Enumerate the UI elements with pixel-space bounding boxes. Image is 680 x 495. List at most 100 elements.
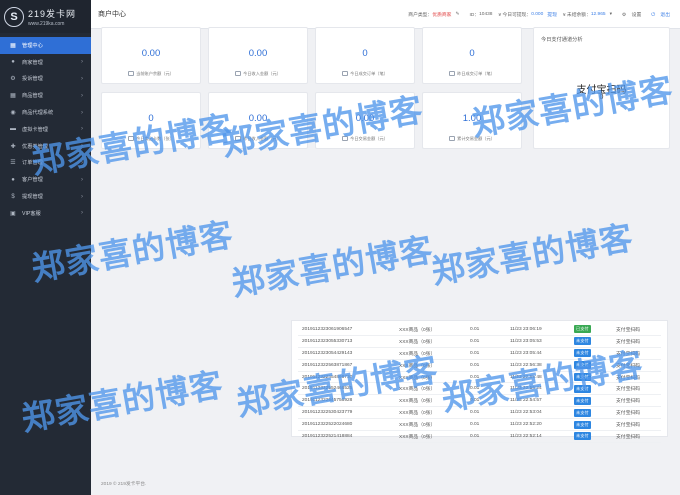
chevron-right-icon: › <box>81 159 83 166</box>
stat-label: 今日成交订单（笔） <box>316 71 414 77</box>
stat-value: 0.00 <box>248 113 268 124</box>
sidebar-item-label: 优惠券管理 <box>22 143 48 150</box>
payment-method: 支付宝扫码 <box>616 434 640 440</box>
settings-button[interactable]: ⚙ 设置 <box>618 11 641 18</box>
sidebar-item-7[interactable]: ☰ 订单管理 › <box>0 155 91 172</box>
table-row[interactable]: 2019112323054429143 XXX商品（0张） 0.01 11/23 23… <box>298 348 661 360</box>
payment-method: 支付宝扫码 <box>616 399 640 405</box>
sidebar-item-label: 提现管理 <box>22 194 43 201</box>
status-badge: 已支付 <box>574 325 591 334</box>
sidebar-item-label: 订单管理 <box>22 160 43 167</box>
table-row[interactable]: 2019112322554868730 XXX商品（0张） 0.01 11/23 22… <box>298 372 661 384</box>
stat-card: 1.00 累计交易金额（元） <box>422 92 522 149</box>
table-row[interactable]: 2019112322552468525 XXX商品（0张） 0.01 11/23 22… <box>298 383 661 396</box>
order-time: 11/23 22:52:20 <box>510 422 542 428</box>
product-name: XXX商品（0张） <box>399 387 436 393</box>
payment-channel-analysis: 今日支付通道分析 支付宝扫码 0 <box>533 27 670 149</box>
payment-method: 支付宝扫码 <box>616 339 640 345</box>
order-time: 11/23 23:06:19 <box>510 326 542 332</box>
recent-orders-table: 2019112323061906547 XXX商品（0张） 0.01 11/23 23… <box>291 320 668 443</box>
table-row[interactable]: 2019112322545756928 XXX商品（0张） 0.01 11/23 22… <box>298 395 661 408</box>
order-number: 2019112322563871867 <box>302 362 353 368</box>
order-amount: 0.01 <box>470 433 480 439</box>
table-row[interactable]: 2019112322522024680 XXX商品（0张） 0.01 11/23 22… <box>298 419 661 432</box>
logo-icon: S <box>4 6 24 27</box>
payment-method: 支付宝扫码 <box>616 375 640 381</box>
stat-card: 0 今日卖出卡数（张） <box>101 92 201 149</box>
id-label: ID： <box>469 12 480 18</box>
analysis-title: 今日支付通道分析 <box>541 37 583 43</box>
sidebar-item-8[interactable]: ● 客户管理 › <box>0 171 91 188</box>
balance-dropdown-icon[interactable]: ▾ <box>610 12 612 17</box>
logo-subtitle: www.219ka.com <box>28 20 65 27</box>
table-row[interactable]: 2019112323061906547 XXX商品（0张） 0.01 11/23 23… <box>298 324 661 336</box>
stat-label: 昨日成交订单（笔） <box>423 71 521 77</box>
stat-label: 今日卖出卡数（张） <box>102 136 200 142</box>
sidebar-item-label: 虚拟卡管理 <box>22 126 48 133</box>
stat-value: 0.00 <box>355 113 375 124</box>
product-name: XXX商品（0张） <box>399 423 436 429</box>
status-badge: 未支付 <box>574 408 591 417</box>
chevron-right-icon: › <box>81 75 83 82</box>
status-badge: 未支付 <box>574 384 591 393</box>
order-amount: 0.01 <box>470 374 480 380</box>
table-row[interactable]: 2019112322521418884 XXX商品（0张） 0.01 11/23 22… <box>298 431 661 443</box>
order-amount: 0.01 <box>470 398 480 404</box>
sidebar-item-label: 管理中心 <box>22 42 43 49</box>
payment-method: 支付宝扫码 <box>616 327 640 333</box>
account-type-label: 商户类型： <box>408 12 433 18</box>
account-type-value: 优质商家 <box>432 12 452 18</box>
withdraw-link[interactable]: 提现 <box>547 11 557 18</box>
table-row[interactable]: 2019112322530423779 XXX商品（0张） 0.01 11/23 22… <box>298 407 661 420</box>
logo[interactable]: S 219发卡网 www.219ka.com <box>0 0 91 33</box>
order-time: 11/23 22:55:48 <box>510 374 542 380</box>
order-number: 2019112323054429143 <box>302 350 353 356</box>
sidebar-item-9[interactable]: $ 提现管理 › <box>0 188 91 205</box>
sidebar-item-3[interactable]: ▦ 商品管理 › <box>0 87 91 104</box>
chevron-right-icon: › <box>81 126 83 133</box>
sidebar-item-4[interactable]: ◉ 商品代理系统 › <box>0 104 91 121</box>
table-row[interactable]: 2019112323055330713 XXX商品（0张） 0.01 11/23 23… <box>298 336 661 348</box>
sidebar-item-1[interactable]: ● 商家管理 › <box>0 54 91 71</box>
sidebar-item-5[interactable]: ▬ 虚拟卡管理 › <box>0 121 91 138</box>
sidebar-item-label: 商品代理系统 <box>22 110 54 117</box>
sidebar-item-label: 商品管理 <box>22 93 43 100</box>
table-row[interactable]: 2019112322563871867 XXX商品（0张） 0.01 11/23 22… <box>298 360 661 372</box>
edit-icon[interactable]: ✎ <box>455 12 459 17</box>
sidebar-item-2[interactable]: ⚙ 投诉管理 › <box>0 71 91 88</box>
order-amount: 0.01 <box>470 338 480 344</box>
order-time: 11/23 22:54:57 <box>510 398 542 404</box>
stat-icon <box>128 136 135 142</box>
order-time: 11/23 22:52:14 <box>510 433 542 439</box>
order-amount: 0.01 <box>470 386 480 392</box>
sidebar-item-icon: ✚ <box>10 143 16 150</box>
payment-method: 支付宝扫码 <box>616 351 640 357</box>
order-number: 2019112323055330713 <box>302 338 353 344</box>
chevron-right-icon: › <box>81 92 83 99</box>
sidebar-item-label: VIP客服 <box>22 210 41 217</box>
stat-label: 今日交易金额（元） <box>316 136 414 142</box>
settings-label: 设置 <box>631 12 642 18</box>
sidebar-item-0[interactable]: ▦ 管理中心 <box>0 37 91 54</box>
stat-icon <box>342 136 349 142</box>
watermark: 郑家喜的博客 <box>228 229 437 304</box>
logout-label: 退出 <box>660 12 670 18</box>
stat-value: 0.00 <box>141 48 161 59</box>
status-badge: 未支付 <box>574 396 591 405</box>
order-number: 2019112322521418884 <box>302 433 353 439</box>
logout-button[interactable]: ⏻ 退出 <box>647 11 670 18</box>
chevron-right-icon: › <box>81 176 83 183</box>
sidebar-item-icon: ▬ <box>10 126 16 133</box>
product-name: XXX商品（0张） <box>399 399 436 405</box>
sidebar-item-10[interactable]: ▣ VIP客服 › <box>0 205 91 222</box>
product-name: XXX商品（0张） <box>399 339 436 345</box>
product-name: XXX商品（0张） <box>399 363 436 369</box>
sidebar-item-icon: ◉ <box>10 110 16 117</box>
order-number: 2019112322554868730 <box>302 374 353 380</box>
order-amount: 0.01 <box>470 422 480 428</box>
sidebar-item-6[interactable]: ✚ 优惠券管理 › <box>0 138 91 155</box>
order-amount: 0.01 <box>470 350 480 356</box>
order-time: 11/23 22:55:24 <box>510 386 542 392</box>
power-icon: ⏻ <box>651 12 656 18</box>
stat-card: 0.00 昨日收入金额（元） <box>208 92 308 149</box>
